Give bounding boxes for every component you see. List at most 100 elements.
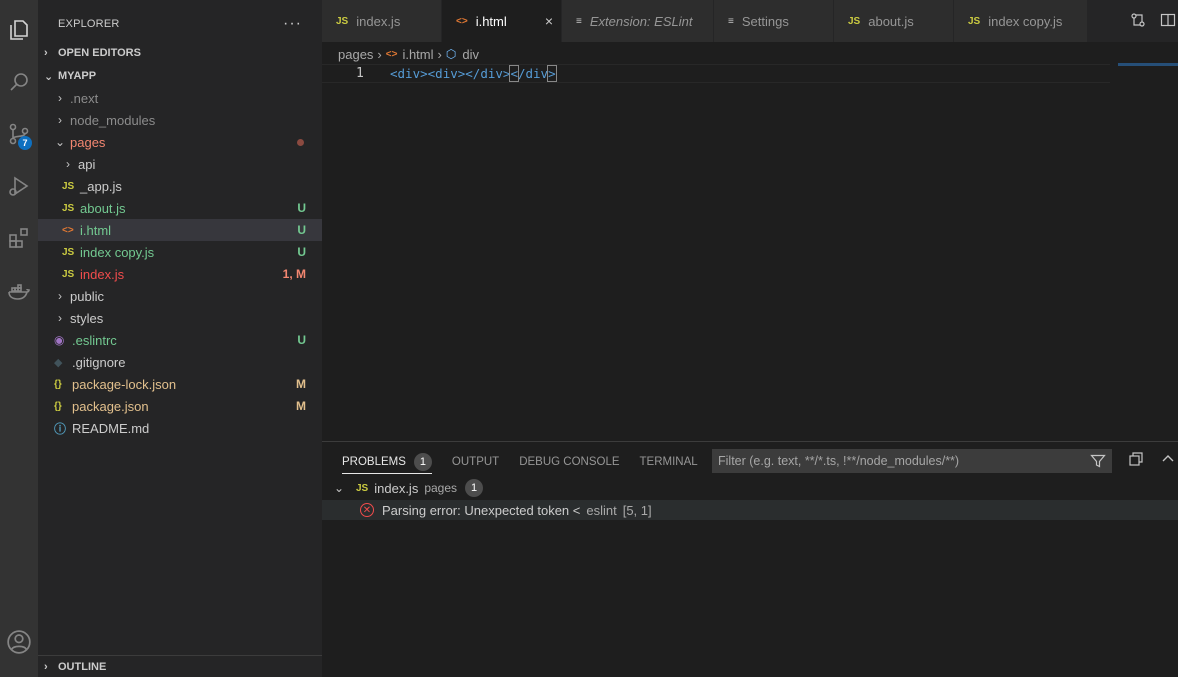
more-actions-icon[interactable]: ··· [283, 15, 302, 33]
collapse-all-icon[interactable] [1128, 451, 1144, 470]
accounts-icon[interactable] [0, 622, 38, 662]
tree-item-next[interactable]: › .next [38, 87, 322, 109]
tree-item-styles[interactable]: › styles [38, 307, 322, 329]
breadcrumb-file[interactable]: i.html [402, 47, 433, 62]
git-status-badge: U [297, 201, 306, 215]
eslint-config-icon: ◉ [54, 333, 65, 347]
tab-terminal[interactable]: TERMINAL [640, 450, 698, 474]
git-status-badge: 1, M [282, 267, 306, 281]
chevron-right-icon: › [58, 91, 62, 105]
tree-item-package-json[interactable]: {} package.json M [38, 395, 322, 417]
tree-item-label: .eslintrc [72, 332, 117, 348]
git-status-badge: M [296, 399, 306, 413]
tree-item-label: README.md [72, 420, 150, 436]
tree-item-node-modules[interactable]: › node_modules [38, 109, 322, 131]
tab-label: i.html [475, 13, 507, 29]
tab-i-html[interactable]: <> i.html × [442, 0, 562, 42]
git-status-badge: U [297, 223, 306, 237]
extensions-icon[interactable] [0, 218, 38, 258]
chevron-right-icon: › [58, 311, 62, 325]
tree-item-readme[interactable]: ⓘ README.md [38, 417, 322, 439]
compare-changes-icon[interactable] [1130, 12, 1146, 31]
symbol-icon: ⬡ [445, 47, 457, 61]
tab-label: PROBLEMS [342, 455, 406, 468]
problem-file-count-badge: 1 [465, 479, 484, 497]
js-file-icon: JS [62, 268, 75, 280]
json-file-icon: {} [54, 378, 62, 390]
tab-label: OUTPUT [451, 456, 500, 468]
explorer-sidebar: EXPLORER ··· › OPEN EDITORS ⌄ MYAPP › .n… [38, 0, 322, 677]
tab-label: DEBUG CONSOLE [519, 456, 620, 468]
problem-message: Parsing error: Unexpected token < [382, 502, 581, 518]
js-file-icon: JS [62, 246, 75, 258]
minimap-slider[interactable] [1118, 63, 1178, 66]
settings-file-icon: ≡ [728, 15, 734, 27]
tree-item-api[interactable]: › api [38, 153, 322, 175]
tree-item-label: _app.js [80, 178, 122, 194]
chevron-down-icon: ⌄ [334, 481, 345, 495]
code-token: /div [517, 66, 549, 81]
html-file-icon: <> [62, 224, 74, 236]
tree-item-label: api [78, 156, 96, 172]
close-icon[interactable]: × [545, 13, 553, 29]
chevron-right-icon: › [44, 660, 48, 673]
tree-item-label: index.js [80, 266, 125, 282]
js-file-icon: JS [356, 482, 369, 494]
search-icon[interactable] [0, 62, 38, 102]
breadcrumb-symbol[interactable]: div [462, 47, 479, 62]
breadcrumb-folder[interactable]: pages [338, 47, 373, 62]
open-editors-section[interactable]: › OPEN EDITORS [38, 42, 322, 64]
chevron-down-icon: ⌄ [44, 70, 54, 83]
code-line[interactable]: <div><div></div></div> [390, 65, 557, 82]
tab-debug-console[interactable]: DEBUG CONSOLE [519, 450, 619, 474]
tree-item-eslintrc[interactable]: ◉ .eslintrc U [38, 329, 322, 351]
scm-badge: 7 [18, 136, 32, 150]
tree-item-gitignore[interactable]: ◆ .gitignore [38, 351, 322, 373]
problem-file-name: index.js [374, 480, 419, 496]
open-editors-label: OPEN EDITORS [58, 47, 141, 59]
tab-problems[interactable]: PROBLEMS 1 [342, 450, 432, 474]
tree-item-label: index copy.js [80, 244, 155, 260]
git-status-badge: M [296, 377, 306, 391]
breadcrumb: pages › <> i.html › ⬡ div [338, 44, 479, 64]
tree-item-public[interactable]: › public [38, 285, 322, 307]
tree-item-label: about.js [80, 200, 126, 216]
tree-item-index-js[interactable]: JS index.js 1, M [38, 263, 322, 285]
tree-item-pages[interactable]: ⌄ pages [38, 131, 322, 153]
run-debug-icon[interactable] [0, 166, 38, 206]
tree-item-index-copy-js[interactable]: JS index copy.js U [38, 241, 322, 263]
tree-item-label: node_modules [70, 112, 156, 128]
project-label: MYAPP [58, 70, 97, 82]
tree-item-package-lock-json[interactable]: {} package-lock.json M [38, 373, 322, 395]
git-status-badge: U [297, 245, 306, 259]
explorer-icon[interactable] [0, 10, 38, 50]
filter-placeholder: Filter (e.g. text, **/*.ts, !**/node_mod… [718, 454, 960, 468]
outline-section[interactable]: › OUTLINE [38, 655, 322, 677]
problems-count-badge: 1 [413, 452, 432, 471]
tab-about-js[interactable]: JS about.js [834, 0, 954, 42]
project-section[interactable]: ⌄ MYAPP [38, 65, 322, 87]
tab-label: Extension: ESLint [589, 13, 693, 29]
tab-index-copy-js[interactable]: JS index copy.js [954, 0, 1088, 42]
code-token: </div> [465, 66, 511, 81]
tree-item-app-js[interactable]: JS _app.js [38, 175, 322, 197]
info-file-icon: ⓘ [54, 421, 67, 436]
source-control-icon[interactable]: 7 [0, 114, 38, 154]
docker-icon[interactable] [0, 272, 38, 312]
split-editor-icon[interactable] [1160, 12, 1176, 31]
filter-icon[interactable] [1090, 453, 1106, 472]
tab-output[interactable]: OUTPUT [452, 450, 499, 474]
problem-item[interactable]: ✕ Parsing error: Unexpected token < esli… [322, 500, 1178, 520]
tab-index-js[interactable]: JS index.js [322, 0, 442, 42]
js-file-icon: JS [62, 202, 75, 214]
tab-extension-eslint[interactable]: ≡ Extension: ESLint [562, 0, 714, 42]
tree-item-about-js[interactable]: JS about.js U [38, 197, 322, 219]
problem-file-row[interactable]: ⌄ JS index.js pages 1 [334, 478, 484, 498]
maximize-panel-icon[interactable] [1160, 451, 1176, 470]
tree-item-i-html[interactable]: <> i.html U [38, 219, 322, 241]
tab-settings[interactable]: ≡ Settings [714, 0, 834, 42]
panel-tabs: PROBLEMS 1 OUTPUT DEBUG CONSOLE TERMINAL [342, 450, 698, 474]
explorer-header: EXPLORER ··· [38, 0, 322, 47]
problems-filter-input[interactable]: Filter (e.g. text, **/*.ts, !**/node_mod… [712, 449, 1112, 473]
js-file-icon: JS [848, 15, 861, 27]
